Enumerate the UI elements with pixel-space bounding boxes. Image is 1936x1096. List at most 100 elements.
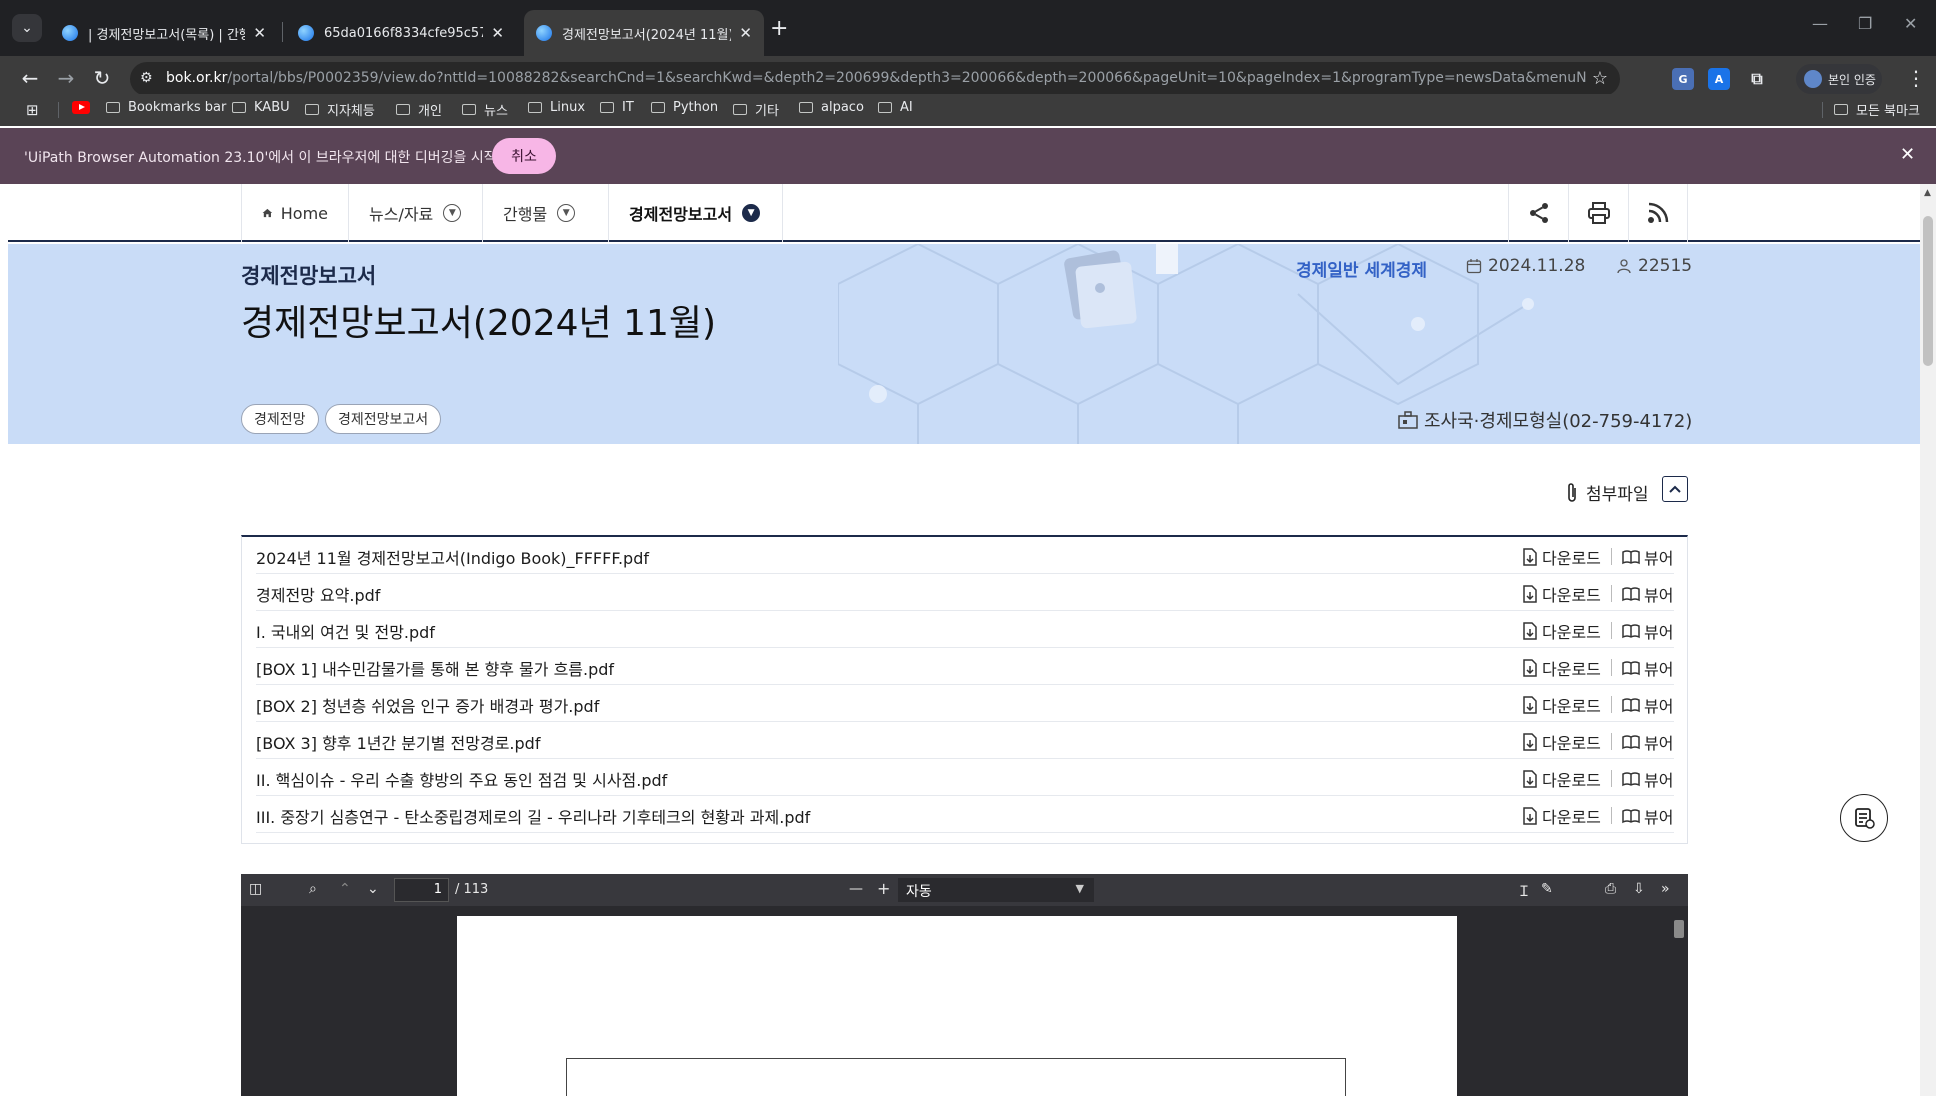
attachments-collapse-button[interactable]	[1662, 476, 1688, 502]
browser-tab-2[interactable]: 65da0166f8334cfe95c57a6e0e ✕	[286, 10, 516, 56]
download-button[interactable]: 다운로드	[1522, 767, 1601, 791]
zoom-in-icon[interactable]: +	[877, 879, 890, 898]
page-scrollbar[interactable]: ▲	[1920, 184, 1936, 1096]
bookmark-linux[interactable]: Linux	[528, 100, 585, 115]
attachment-filename[interactable]: III. 중장기 심층연구 - 탄소중립경제로의 길 - 우리나라 기후테크의 …	[256, 804, 810, 828]
attachment-filename[interactable]: [BOX 2] 청년층 쉬었음 인구 증가 배경과 평가.pdf	[256, 693, 599, 717]
attachment-filename[interactable]: [BOX 3] 향후 1년간 분기별 전망경로.pdf	[256, 730, 540, 754]
nav-home[interactable]: Home	[241, 184, 349, 242]
close-tab-icon[interactable]: ✕	[253, 24, 266, 42]
infobar-close-icon[interactable]: ✕	[1900, 144, 1915, 165]
browser-menu-icon[interactable]: ⋮	[1906, 66, 1926, 90]
sidebar-toggle-icon[interactable]: ◫	[249, 881, 262, 897]
attachment-filename[interactable]: [BOX 1] 내수민감물가를 통해 본 향후 물가 흐름.pdf	[256, 656, 614, 680]
nav-publications[interactable]: 간행물 ▼	[483, 184, 609, 242]
print-button[interactable]	[1568, 184, 1628, 242]
viewer-label: 뷰어	[1644, 734, 1674, 753]
rss-button[interactable]	[1628, 184, 1688, 242]
zoom-out-icon[interactable]: —	[849, 881, 863, 897]
tag-economic-outlook[interactable]: 경제전망	[241, 404, 319, 434]
close-tab-icon[interactable]: ✕	[491, 24, 504, 42]
tag-economic-outlook-report[interactable]: 경제전망보고서	[325, 404, 442, 434]
pdf-save-icon[interactable]: ⇩	[1633, 881, 1645, 897]
bookmark-jijache[interactable]: 지자체등	[305, 100, 375, 119]
download-button[interactable]: 다운로드	[1522, 730, 1601, 754]
previous-page-icon[interactable]: ⌃	[339, 881, 351, 897]
download-button[interactable]: 다운로드	[1522, 619, 1601, 643]
bookmark-all-bookmarks[interactable]: 모든 북마크	[1834, 100, 1920, 119]
url-text[interactable]: bok.or.kr/portal/bbs/P0002359/view.do?nt…	[166, 70, 1586, 86]
viewer-button[interactable]: 뷰어	[1622, 767, 1673, 791]
pdf-scroll-thumb[interactable]	[1674, 920, 1684, 938]
browser-tab-3-active[interactable]: 경제전망보고서(2024년 11월) ✕	[524, 10, 764, 56]
attachment-filename[interactable]: 2024년 11월 경제전망보고서(Indigo Book)_FFFFF.pdf	[256, 545, 649, 569]
restore-icon[interactable]: ❐	[1858, 14, 1872, 33]
share-button[interactable]	[1508, 184, 1568, 242]
download-button[interactable]: 다운로드	[1522, 656, 1601, 680]
a-extension-icon[interactable]: A	[1708, 68, 1730, 90]
apps-grid-icon[interactable]: ⊞	[26, 101, 39, 119]
nav-news[interactable]: 뉴스/자료 ▼	[349, 184, 483, 242]
tab-search-button[interactable]: ⌄	[12, 14, 42, 42]
list-item: 2024년 11월 경제전망보고서(Indigo Book)_FFFFF.pdf…	[256, 537, 1674, 574]
download-button[interactable]: 다운로드	[1522, 582, 1601, 606]
cancel-debugging-button[interactable]: 취소	[492, 138, 556, 174]
nav-economic-outlook[interactable]: 경제전망보고서 ▼	[609, 184, 783, 242]
download-button[interactable]: 다운로드	[1522, 693, 1601, 717]
draw-pen-icon[interactable]: ✎	[1541, 881, 1553, 897]
page-scroll-thumb[interactable]	[1923, 216, 1933, 366]
window-close-icon[interactable]: ✕	[1904, 14, 1917, 33]
viewer-button[interactable]: 뷰어	[1622, 545, 1673, 569]
profile-button[interactable]: 본인 인증	[1796, 64, 1882, 94]
back-button[interactable]: ←	[16, 66, 44, 90]
floating-document-button[interactable]	[1840, 794, 1888, 842]
scroll-up-icon[interactable]: ▲	[1924, 188, 1931, 198]
next-page-icon[interactable]: ⌄	[367, 881, 379, 897]
attachment-filename[interactable]: 경제전망 요약.pdf	[256, 582, 380, 606]
minimize-icon[interactable]: —	[1812, 14, 1828, 33]
bookmark-kabu[interactable]: KABU	[232, 100, 290, 115]
pdf-viewer[interactable]: ◫ ⌕ ⌃ ⌄ 1 / 113 — + 자동 ▼ Ｉ ✎ ⎙ ⇩ »	[241, 874, 1688, 1096]
page-number-input[interactable]: 1	[394, 878, 449, 902]
bookmark-etc[interactable]: 기타	[733, 100, 779, 119]
viewer-button[interactable]: 뷰어	[1622, 730, 1673, 754]
browser-tab-1[interactable]: | 경제전망보고서(목록) | 간행물 ✕	[50, 10, 278, 56]
bookmark-python[interactable]: Python	[651, 100, 718, 115]
bookmark-ai[interactable]: AI	[878, 100, 913, 115]
viewer-button[interactable]: 뷰어	[1622, 656, 1673, 680]
forward-button[interactable]: →	[52, 66, 80, 90]
bookmark-alpaco[interactable]: alpaco	[799, 100, 864, 115]
close-tab-icon[interactable]: ✕	[739, 24, 752, 42]
address-bar[interactable]: ⚙ bok.or.kr/portal/bbs/P0002359/view.do?…	[130, 62, 1620, 96]
extensions-puzzle-icon[interactable]: ⧉	[1746, 68, 1768, 90]
bookmark-divider	[1822, 102, 1823, 118]
translate-extension-icon[interactable]: G	[1672, 68, 1694, 90]
attachment-filename[interactable]: I. 국내외 여건 및 전망.pdf	[256, 619, 435, 643]
zoom-select[interactable]: 자동 ▼	[898, 878, 1094, 902]
search-icon[interactable]: ⌕	[309, 881, 317, 897]
viewer-button[interactable]: 뷰어	[1622, 693, 1673, 717]
download-button[interactable]: 다운로드	[1522, 804, 1601, 828]
viewer-button[interactable]: 뷰어	[1622, 804, 1673, 828]
download-button[interactable]: 다운로드	[1522, 545, 1601, 569]
subject-category-link[interactable]: 경제일반 세계경제	[1296, 256, 1427, 281]
share-icon	[1529, 203, 1548, 223]
pdf-scrollbar[interactable]	[1672, 908, 1686, 1096]
new-tab-button[interactable]: +	[770, 16, 788, 41]
department-contact-text: 조사국·경제모형실(02-759-4172)	[1424, 411, 1693, 432]
folder-icon	[305, 104, 319, 115]
attachment-filename[interactable]: II. 핵심이슈 - 우리 수출 향방의 주요 동인 점검 및 시사점.pdf	[256, 767, 667, 791]
bookmark-star-icon[interactable]: ☆	[1592, 68, 1608, 89]
bookmark-personal[interactable]: 개인	[396, 100, 442, 119]
site-info-icon[interactable]: ⚙	[140, 70, 153, 86]
reload-button[interactable]: ↻	[88, 66, 116, 90]
viewer-button[interactable]: 뷰어	[1622, 619, 1673, 643]
bookmark-it[interactable]: IT	[600, 100, 634, 115]
viewer-button[interactable]: 뷰어	[1622, 582, 1673, 606]
bookmark-bookmarks-bar[interactable]: Bookmarks bar	[106, 100, 226, 115]
more-tools-icon[interactable]: »	[1661, 881, 1670, 897]
text-cursor-icon[interactable]: Ｉ	[1517, 881, 1531, 901]
pdf-print-icon[interactable]: ⎙	[1605, 881, 1616, 897]
bookmark-news[interactable]: 뉴스	[462, 100, 508, 119]
youtube-icon[interactable]	[72, 101, 90, 114]
